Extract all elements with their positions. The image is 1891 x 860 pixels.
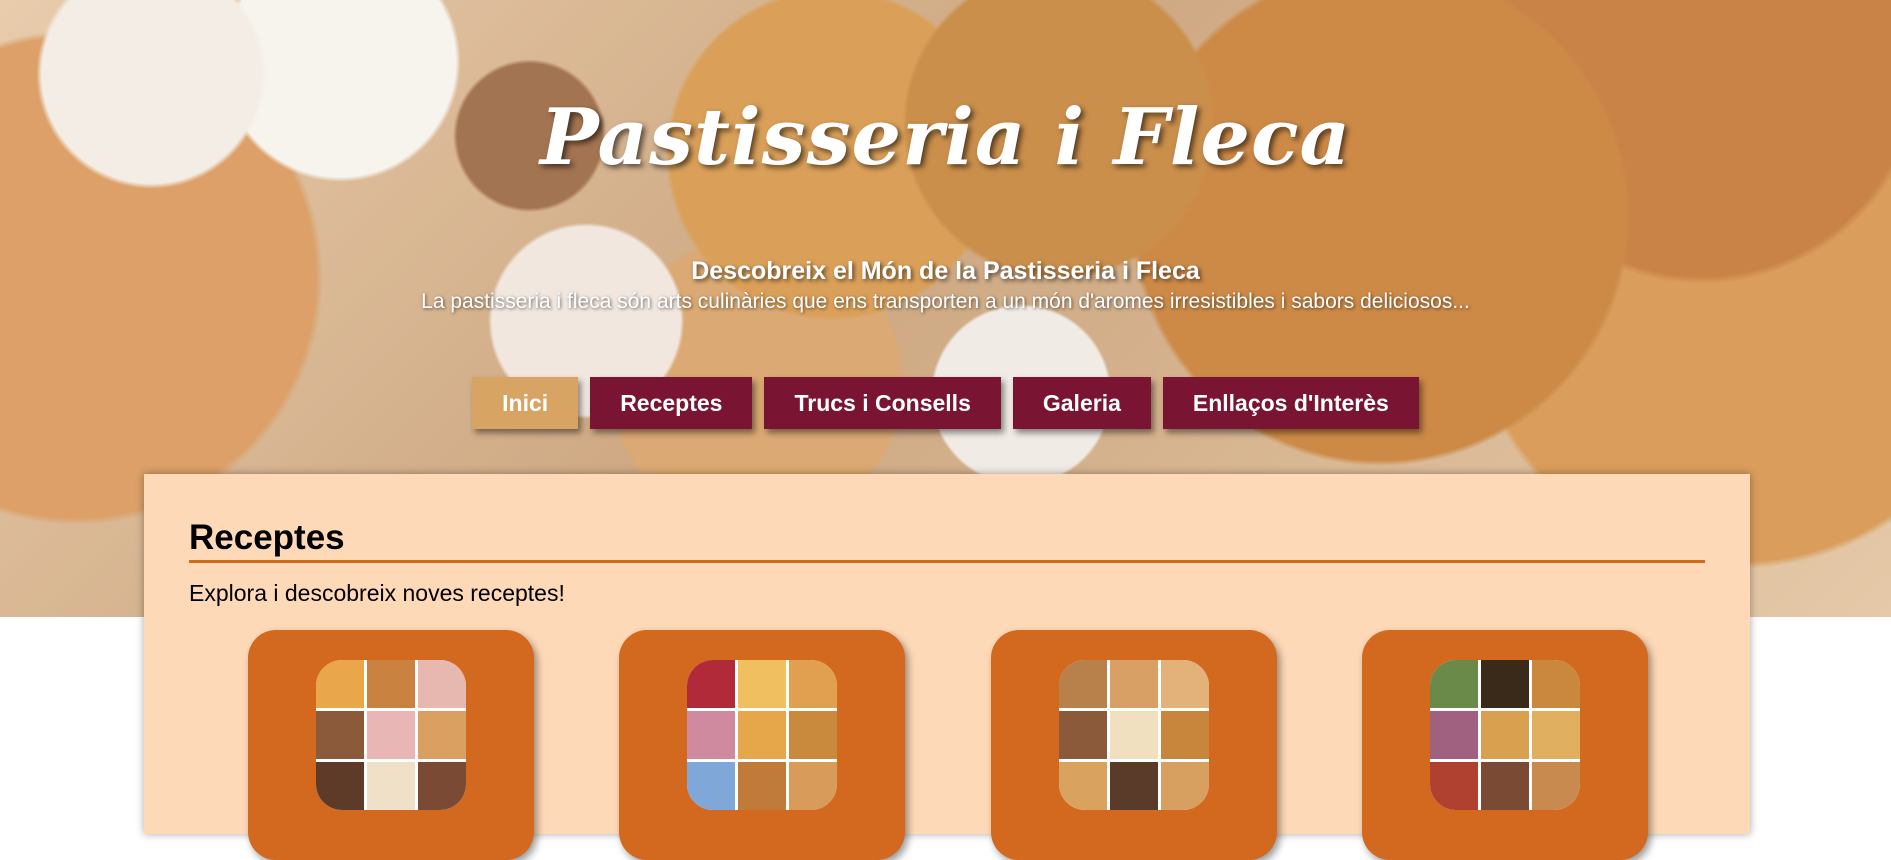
section-description: Explora i descobreix noves receptes! bbox=[189, 580, 565, 606]
recipe-card-4[interactable] bbox=[1362, 630, 1648, 860]
desserts-collage-image bbox=[1430, 660, 1580, 810]
nav-item-trucs-i-consells[interactable]: Trucs i Consells bbox=[764, 377, 1001, 429]
recipe-card-2[interactable] bbox=[619, 630, 905, 860]
breads-collage-image bbox=[1059, 660, 1209, 810]
nav-item-inici[interactable]: Inici bbox=[472, 377, 579, 429]
nav-item-enllacos-dinteres[interactable]: Enllaços d'Interès bbox=[1162, 377, 1419, 429]
nav-item-receptes[interactable]: Receptes bbox=[590, 377, 753, 429]
section-title: Receptes bbox=[189, 518, 345, 557]
section-divider bbox=[189, 560, 1705, 563]
hero-subtitle: Descobreix el Món de la Pastisseria i Fl… bbox=[691, 257, 1200, 285]
nav-item-galeria[interactable]: Galeria bbox=[1012, 377, 1151, 429]
main-nav: Inici Receptes Trucs i Consells Galeria … bbox=[0, 377, 1891, 429]
site-title: Pastisseria i Fleca bbox=[540, 92, 1351, 183]
recipes-section: Receptes Explora i descobreix noves rece… bbox=[144, 474, 1750, 860]
recipe-card-3[interactable] bbox=[991, 630, 1277, 860]
cakes-collage-image bbox=[316, 660, 466, 810]
recipe-card-1[interactable] bbox=[248, 630, 534, 860]
hero-intro-text: La pastisseria i fleca són arts culinàri… bbox=[421, 290, 1470, 313]
pastries-collage-image bbox=[687, 660, 837, 810]
